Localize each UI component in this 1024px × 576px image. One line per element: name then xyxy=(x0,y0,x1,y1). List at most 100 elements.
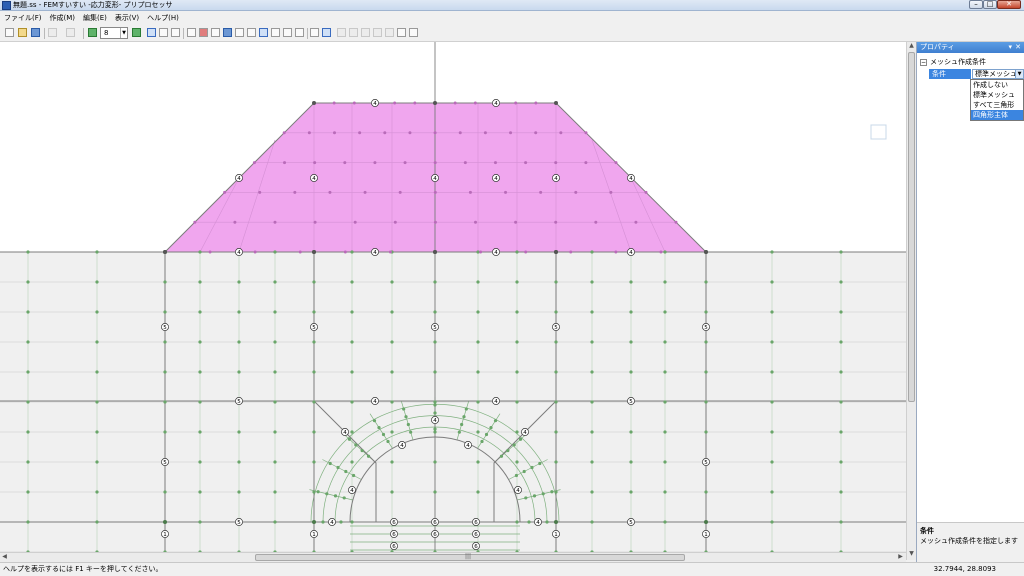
chevron-down-icon[interactable]: ▼ xyxy=(120,28,127,38)
mesh-node xyxy=(26,490,30,494)
menu-view[interactable]: 表示(V) xyxy=(115,12,139,25)
load-icon[interactable] xyxy=(283,28,292,37)
mesh-node xyxy=(704,370,708,374)
menu-edit[interactable]: 編集(E) xyxy=(83,12,107,25)
redo-icon[interactable] xyxy=(66,28,75,37)
mesh-node xyxy=(545,520,549,524)
chevron-up-icon[interactable]: ▲ xyxy=(907,42,916,51)
menu-help[interactable]: ヘルプ(H) xyxy=(147,12,179,25)
mesh-node xyxy=(559,131,563,135)
element-icon[interactable] xyxy=(247,28,256,37)
mesh-node xyxy=(594,220,598,224)
chevron-right-icon[interactable]: ▶ xyxy=(896,553,905,560)
undo-icon[interactable] xyxy=(48,28,57,37)
mesh-node xyxy=(433,340,437,344)
save-icon[interactable] xyxy=(31,28,40,37)
dropdown-option[interactable]: 作成しない xyxy=(971,80,1023,90)
pointer-icon[interactable] xyxy=(322,28,331,37)
property-value-select[interactable]: 標準メッシュ ▼ xyxy=(972,69,1024,79)
open-folder-icon[interactable] xyxy=(18,28,27,37)
new-file-icon[interactable] xyxy=(5,28,14,37)
chevron-left-icon[interactable]: ◀ xyxy=(0,553,9,560)
mesh-node xyxy=(484,432,489,437)
pin-icon[interactable]: ▾ xyxy=(1008,42,1012,53)
maximize-button[interactable]: □ xyxy=(983,0,997,9)
step-input[interactable]: 8 ▼ xyxy=(100,27,128,39)
rect-tool-icon[interactable] xyxy=(349,28,358,37)
mesh-node xyxy=(26,520,30,524)
selection-box xyxy=(870,124,887,140)
hand-pan-icon[interactable] xyxy=(310,28,319,37)
mesh-node xyxy=(629,460,633,464)
zoom-out-icon[interactable] xyxy=(171,28,180,37)
node-icon[interactable] xyxy=(235,28,244,37)
mesh-node xyxy=(476,460,480,464)
settings-icon[interactable] xyxy=(409,28,418,37)
menu-file[interactable]: ファイル(F) xyxy=(4,12,42,25)
mesh-label: 5 xyxy=(163,460,167,466)
mesh-node xyxy=(770,400,774,404)
mesh-tool-icon[interactable] xyxy=(187,28,196,37)
properties-header: プロパティ ▾ ✕ xyxy=(917,42,1024,53)
mesh-node xyxy=(163,280,167,284)
property-row-condition[interactable]: 条件 標準メッシュ ▼ xyxy=(929,69,1024,79)
mesh-canvas[interactable]: 4 4 4 4 4 4 4 4 4 4 4 4 5 5 5 5 5 5 5 5 5 5 5 4 4 4 4 4 4 4 4 4 4 4 6 6 6 6 6 6… xyxy=(0,42,906,552)
dropdown-option[interactable]: すべて三角形 xyxy=(971,100,1023,110)
mesh-node xyxy=(476,370,480,374)
horizontal-scrollbar[interactable]: ◀ ||| ▶ xyxy=(0,552,906,562)
mesh-node xyxy=(333,131,336,135)
boundary-icon[interactable] xyxy=(211,28,220,37)
mesh-node xyxy=(554,520,558,524)
chevron-down-icon[interactable]: ▼ xyxy=(907,550,916,559)
collapse-icon[interactable]: − xyxy=(920,58,927,66)
mesh-node xyxy=(515,250,519,254)
arc-tool-icon[interactable] xyxy=(361,28,370,37)
mesh-node xyxy=(590,460,594,464)
mesh-node xyxy=(590,520,594,524)
grid-toggle-icon[interactable] xyxy=(147,28,156,37)
vertical-scrollbar[interactable]: ▲ ▼ xyxy=(906,42,916,560)
mesh-node xyxy=(663,250,667,254)
mesh-node xyxy=(614,161,618,165)
close-button[interactable]: ✕ xyxy=(997,0,1021,9)
close-icon[interactable]: ✕ xyxy=(1015,42,1021,53)
circle-tool-icon[interactable] xyxy=(373,28,382,37)
dropdown-option[interactable]: 標準メッシュ xyxy=(971,90,1023,100)
mesh-node xyxy=(312,520,316,524)
mesh-node xyxy=(839,370,843,374)
mesh-node xyxy=(343,250,347,254)
mesh-node xyxy=(550,490,554,494)
mesh-node xyxy=(233,220,237,224)
step-forward-icon[interactable] xyxy=(132,28,141,37)
line-tool-icon[interactable] xyxy=(337,28,346,37)
menu-create[interactable]: 作成(M) xyxy=(50,12,76,25)
mesh-node xyxy=(390,490,394,494)
dimension-tool-icon[interactable] xyxy=(385,28,394,37)
material-icon[interactable] xyxy=(199,28,208,37)
table-icon[interactable] xyxy=(259,28,268,37)
mesh-node xyxy=(839,340,843,344)
toolbar-separator xyxy=(83,28,84,39)
mesh-label: 4 xyxy=(516,488,520,494)
vertical-scroll-thumb[interactable] xyxy=(908,52,915,402)
mesh-node xyxy=(524,496,528,500)
step-back-icon[interactable] xyxy=(88,28,97,37)
mesh-node xyxy=(350,250,354,254)
minimize-button[interactable]: – xyxy=(969,0,983,9)
mesh-node xyxy=(237,310,241,314)
check-icon[interactable] xyxy=(295,28,304,37)
house-icon[interactable] xyxy=(397,28,406,37)
mesh-node xyxy=(328,190,332,194)
mesh-node xyxy=(433,101,437,105)
dropdown-option-selected[interactable]: 四角形主体 xyxy=(971,110,1023,120)
chevron-down-icon[interactable]: ▼ xyxy=(1015,70,1023,78)
condition-dropdown[interactable]: 作成しない 標準メッシュ すべて三角形 四角形主体 xyxy=(970,79,1024,121)
zoom-in-icon[interactable] xyxy=(159,28,168,37)
mesh-node xyxy=(342,496,346,500)
mesh-node xyxy=(353,220,357,224)
fit-view-icon[interactable] xyxy=(223,28,232,37)
scroll-grip-icon: ||| xyxy=(465,553,472,560)
layer-icon[interactable] xyxy=(271,28,280,37)
mesh-node xyxy=(198,340,202,344)
mesh-drawing[interactable]: 4 4 4 4 4 4 4 4 4 4 4 4 5 5 5 5 5 5 5 5 5 5 5 4 4 4 4 4 4 4 4 4 4 4 6 6 6 6 6 6… xyxy=(0,42,906,552)
